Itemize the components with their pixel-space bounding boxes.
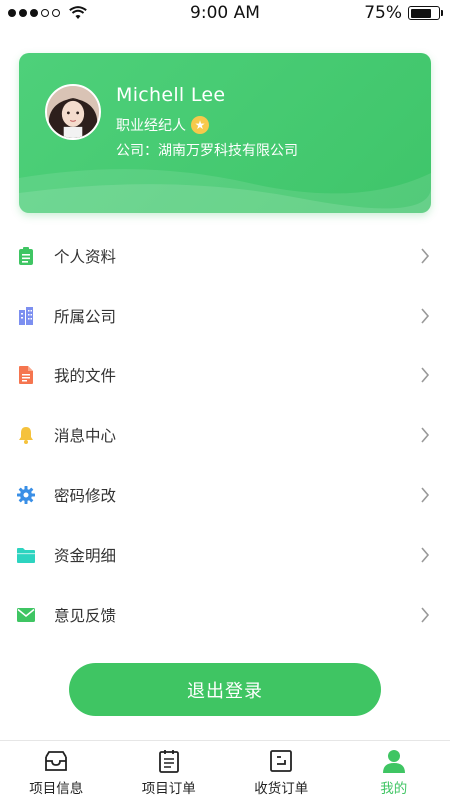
menu-item-label: 我的文件 xyxy=(54,367,117,386)
avatar[interactable] xyxy=(45,84,101,140)
menu-item-messages[interactable]: 消息中心 xyxy=(0,405,450,465)
folder-icon xyxy=(17,546,35,564)
menu-item-company[interactable]: 所属公司 xyxy=(0,286,450,346)
menu-list: 个人资料 所属公司 我的文件 消息中心 密码修改 资金明细 意见反馈 xyxy=(0,226,450,645)
chevron-right-icon xyxy=(421,607,430,623)
inbox-icon xyxy=(45,751,68,771)
menu-item-label: 个人资料 xyxy=(54,247,117,266)
tab-mine[interactable]: 我的 xyxy=(338,741,450,800)
building-icon xyxy=(17,306,35,325)
tab-receipt-orders[interactable]: 收货订单 xyxy=(225,741,338,800)
bottom-tab-bar: 项目信息 项目订单 收货订单 我的 xyxy=(0,740,450,800)
chevron-right-icon xyxy=(421,427,430,443)
battery-percent: 75% xyxy=(364,3,402,23)
card-wave-decoration xyxy=(19,169,431,213)
tab-project-orders[interactable]: 项目订单 xyxy=(113,741,226,800)
tab-label: 项目信息 xyxy=(29,781,84,797)
menu-item-label: 资金明细 xyxy=(54,546,117,565)
document-icon xyxy=(17,366,35,385)
menu-item-funds[interactable]: 资金明细 xyxy=(0,525,450,585)
menu-item-label: 消息中心 xyxy=(54,427,117,446)
profile-company: 公司：湖南万罗科技有限公司 xyxy=(116,143,298,159)
logout-button[interactable]: 退出登录 xyxy=(69,663,381,716)
bell-icon xyxy=(17,426,35,445)
menu-item-password[interactable]: 密码修改 xyxy=(0,465,450,525)
chevron-right-icon xyxy=(421,547,430,563)
profile-name: Michell Lee xyxy=(116,84,226,106)
menu-item-files[interactable]: 我的文件 xyxy=(0,346,450,406)
menu-item-profile[interactable]: 个人资料 xyxy=(0,226,450,286)
chevron-right-icon xyxy=(421,248,430,264)
gear-icon xyxy=(17,486,35,505)
menu-item-label: 意见反馈 xyxy=(54,606,117,625)
wifi-icon xyxy=(69,6,87,19)
order-box-icon xyxy=(270,750,293,772)
chevron-right-icon xyxy=(421,487,430,503)
calendar-list-icon xyxy=(158,750,179,773)
profile-card[interactable]: Michell Lee 职业经纪人 ★ 公司：湖南万罗科技有限公司 xyxy=(19,53,431,213)
profile-title: 职业经纪人 xyxy=(116,118,186,134)
clipboard-icon xyxy=(17,246,35,265)
tab-label: 项目订单 xyxy=(141,781,196,797)
tab-label: 收货订单 xyxy=(254,781,309,797)
person-icon xyxy=(382,750,405,773)
star-badge-icon: ★ xyxy=(191,116,209,134)
mail-icon xyxy=(17,606,35,624)
chevron-right-icon xyxy=(421,308,430,324)
chevron-right-icon xyxy=(421,367,430,384)
status-bar: 9:00 AM 75% xyxy=(0,0,450,26)
menu-item-feedback[interactable]: 意见反馈 xyxy=(0,585,450,645)
tab-label: 我的 xyxy=(380,781,408,797)
battery-icon xyxy=(408,6,443,20)
menu-item-label: 所属公司 xyxy=(54,307,117,326)
tab-project-info[interactable]: 项目信息 xyxy=(0,741,113,800)
menu-item-label: 密码修改 xyxy=(54,487,117,506)
signal-strength-icon xyxy=(8,6,87,20)
